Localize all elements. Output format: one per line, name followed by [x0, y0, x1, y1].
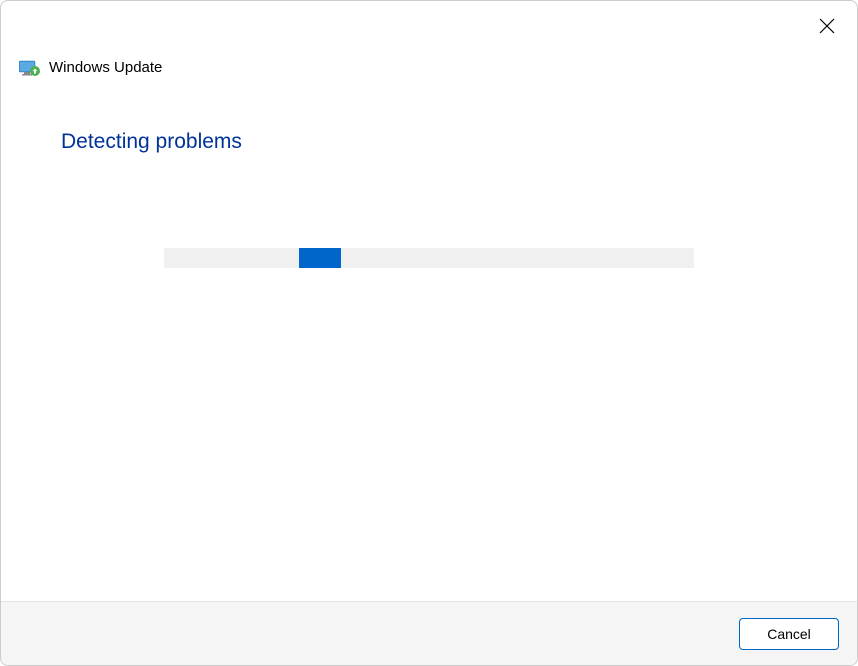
dialog-content: Detecting problems: [1, 76, 857, 601]
cancel-button[interactable]: Cancel: [739, 618, 839, 650]
troubleshooter-dialog: Windows Update Detecting problems Cancel: [0, 0, 858, 666]
close-icon: [819, 18, 835, 37]
windows-update-icon: [19, 60, 41, 76]
progress-container: [61, 248, 797, 268]
dialog-footer: Cancel: [1, 601, 857, 665]
close-button[interactable]: [813, 13, 841, 41]
progress-bar: [164, 248, 694, 268]
dialog-title: Windows Update: [49, 59, 162, 76]
progress-indicator: [299, 248, 341, 268]
status-heading: Detecting problems: [61, 130, 797, 154]
dialog-header: Windows Update: [1, 1, 857, 76]
